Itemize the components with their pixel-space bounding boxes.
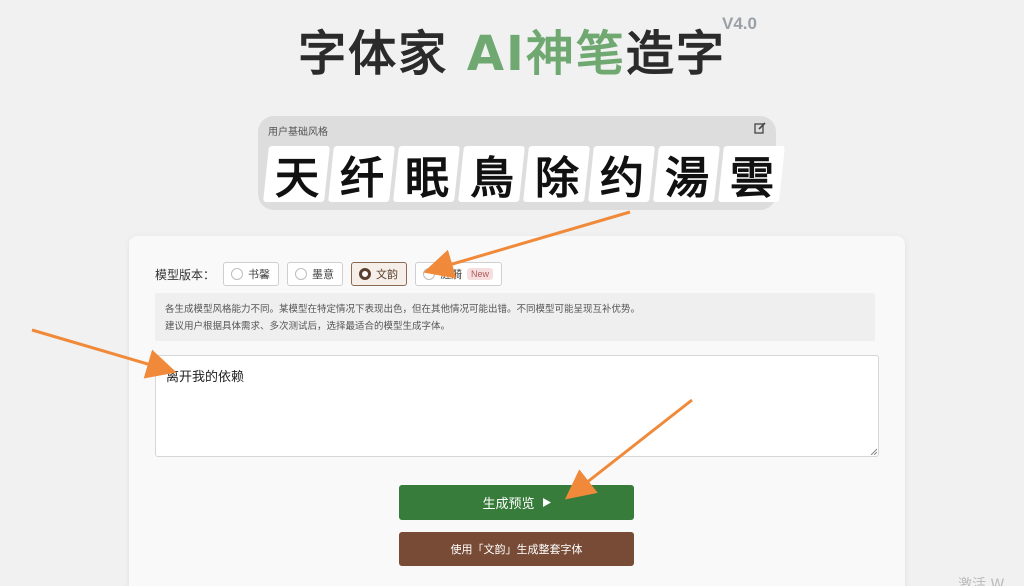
- glyph-char: 鳥: [469, 153, 514, 204]
- glyph-card[interactable]: 除: [523, 146, 590, 204]
- text-input[interactable]: 离开我的依赖: [155, 355, 879, 457]
- glyph-char: 纤: [339, 153, 384, 204]
- glyph-card[interactable]: 约: [588, 146, 655, 204]
- generate-preview-button[interactable]: 生成预览: [399, 485, 634, 520]
- radio-checked-icon: [359, 268, 372, 280]
- resize-grip-icon[interactable]: [870, 448, 877, 455]
- glyph-char: 除: [534, 153, 579, 204]
- glyph-card[interactable]: 湯: [653, 146, 720, 204]
- model-option-shuxin[interactable]: 书馨: [223, 262, 280, 286]
- base-style-panel: 用户基础风格 天 纤 眠 鳥 除 约 湯 雲: [258, 116, 785, 210]
- generation-card: 模型版本： 书馨 墨意 文韵 涟漪 New 各生成模型风格能力不同。某模型在特定…: [129, 236, 905, 586]
- base-style-label: 用户基础风格: [268, 127, 328, 138]
- generate-full-font-label: 使用「文韵」生成整套字体: [450, 544, 583, 556]
- model-option-moyi[interactable]: 墨意: [287, 262, 344, 286]
- model-version-label: 模型版本：: [155, 267, 216, 282]
- model-version-selector: 模型版本： 书馨 墨意 文韵 涟漪 New: [155, 262, 503, 286]
- glyph-card[interactable]: 天: [263, 146, 330, 204]
- notice-line: 建议用户根据具体需求、多次测试后，选择最适合的模型生成字体。: [165, 321, 451, 332]
- glyph-char: 天: [274, 153, 319, 204]
- notice-line: 各生成模型风格能力不同。某模型在特定情况下表现出色，但在其他情况可能出错。不同模…: [165, 304, 641, 315]
- glyph-char: 湯: [664, 153, 709, 204]
- model-option-wenyun[interactable]: 文韵: [351, 262, 408, 286]
- radio-icon: [295, 268, 308, 280]
- model-option-label: 书馨: [248, 268, 271, 281]
- glyph-char: 眠: [404, 153, 449, 204]
- model-option-label: 墨意: [312, 268, 335, 281]
- radio-icon: [231, 268, 244, 280]
- glyph-row: 天 纤 眠 鳥 除 约 湯 雲: [263, 146, 785, 204]
- title-accent: AI神笔: [466, 26, 626, 82]
- version-label: V4.0: [722, 14, 757, 33]
- glyph-char: 约: [599, 153, 644, 204]
- new-badge: New: [467, 268, 494, 280]
- radio-icon: [423, 268, 436, 280]
- model-notice: 各生成模型风格能力不同。某模型在特定情况下表现出色，但在其他情况可能出错。不同模…: [155, 293, 875, 341]
- title-prefix: 字体家: [298, 26, 467, 82]
- glyph-card[interactable]: 雲: [718, 146, 785, 204]
- generate-preview-label: 生成预览: [482, 496, 535, 511]
- model-option-lianyi[interactable]: 涟漪 New: [415, 262, 503, 286]
- generate-full-font-button[interactable]: 使用「文韵」生成整套字体: [399, 532, 634, 566]
- app-title: 字体家 AI神笔造字: [0, 14, 1024, 84]
- glyph-char: 雲: [729, 153, 774, 204]
- model-option-label: 文韵: [376, 268, 399, 281]
- glyph-card[interactable]: 鳥: [458, 146, 525, 204]
- glyph-card[interactable]: 纤: [328, 146, 395, 204]
- play-icon: [542, 498, 551, 507]
- glyph-card[interactable]: 眠: [393, 146, 460, 204]
- model-option-label: 涟漪: [440, 268, 463, 281]
- edit-icon[interactable]: [754, 122, 766, 134]
- activation-watermark: 激活 W: [958, 577, 1005, 586]
- title-suffix: 造字: [625, 26, 726, 82]
